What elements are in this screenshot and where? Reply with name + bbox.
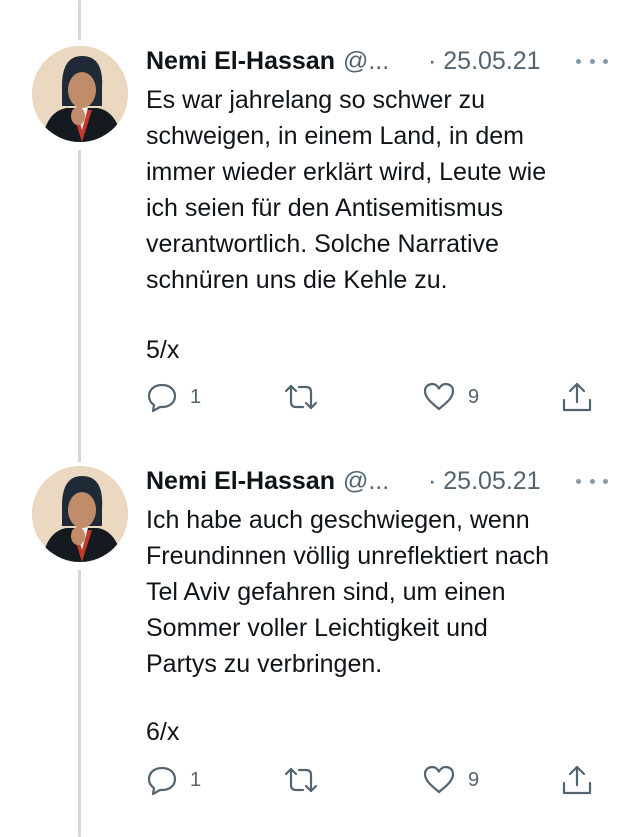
author-name[interactable]: Nemi El-Hassan: [146, 47, 335, 75]
tweet-text-line: Tel Aviv gefahren sind, um einen: [146, 578, 506, 606]
tweet-text-line: schweigen, in einem Land, in dem: [146, 122, 525, 150]
like-count: 9: [468, 768, 480, 791]
reply-icon: [147, 766, 177, 796]
tweet-text: Ich habe auch geschwiegen, wenn Freundin…: [146, 502, 616, 682]
reply-button[interactable]: 1: [146, 760, 201, 800]
reply-icon: [147, 383, 177, 413]
share-button[interactable]: [560, 377, 594, 417]
avatar[interactable]: [32, 466, 128, 562]
author-handle[interactable]: @...: [343, 47, 389, 75]
author-handle[interactable]: @...: [343, 467, 389, 495]
tweet-date[interactable]: · 25.05.21: [428, 464, 541, 498]
thread-counter: 6/x: [146, 718, 180, 746]
avatar[interactable]: [32, 46, 128, 142]
author-name[interactable]: Nemi El-Hassan: [146, 467, 335, 495]
tweet-text-line: ich seien für den Antisemitismus: [146, 194, 504, 222]
reply-count: 1: [190, 385, 202, 408]
tweet-header: Nemi El-Hassan @... · 25.05.21: [146, 464, 616, 498]
tweet-text-line: Sommer voller Leichtigkeit und: [146, 614, 488, 642]
like-button[interactable]: 9: [422, 377, 479, 417]
tweet-text-line: Es war jahrelang so schwer zu: [146, 86, 486, 114]
share-icon: [562, 765, 592, 795]
tweet-header: Nemi El-Hassan @... · 25.05.21: [146, 44, 616, 78]
tweet-date[interactable]: · 25.05.21: [428, 44, 541, 78]
tweet[interactable]: Nemi El-Hassan @... · 25.05.21 Es war jah…: [0, 0, 640, 430]
tweet-text-line: immer wieder erklärt wird, Leute wie: [146, 158, 547, 186]
reply-button[interactable]: 1: [146, 377, 201, 417]
tweet-text-line: schnüren uns die Kehle zu.: [146, 266, 448, 294]
retweet-button[interactable]: [282, 760, 320, 800]
like-button[interactable]: 9: [422, 760, 479, 800]
action-bar: 1 9: [0, 760, 640, 800]
more-icon[interactable]: [576, 44, 608, 78]
thread-counter: 5/x: [146, 336, 180, 364]
tweet[interactable]: Nemi El-Hassan @... · 25.05.21 Ich habe a…: [0, 420, 640, 837]
retweet-icon: [284, 384, 318, 410]
retweet-button[interactable]: [282, 377, 320, 417]
more-icon[interactable]: [576, 464, 608, 498]
heart-icon: [423, 382, 455, 411]
tweet-text-line: Partys zu verbringen.: [146, 650, 383, 678]
share-button[interactable]: [560, 760, 594, 800]
heart-icon: [423, 765, 455, 794]
retweet-icon: [284, 767, 318, 793]
tweet-text-line: Freundinnen völlig unreflektiert nach: [146, 542, 550, 570]
tweet-text: Es war jahrelang so schwer zu schweigen,…: [146, 82, 616, 298]
tweet-text-line: Ich habe auch geschwiegen, wenn: [146, 506, 530, 534]
share-icon: [562, 382, 592, 412]
action-bar: 1 9: [0, 377, 640, 417]
like-count: 9: [468, 385, 480, 408]
reply-count: 1: [190, 768, 202, 791]
tweet-text-line: verantwortlich. Solche Narrative: [146, 230, 499, 258]
